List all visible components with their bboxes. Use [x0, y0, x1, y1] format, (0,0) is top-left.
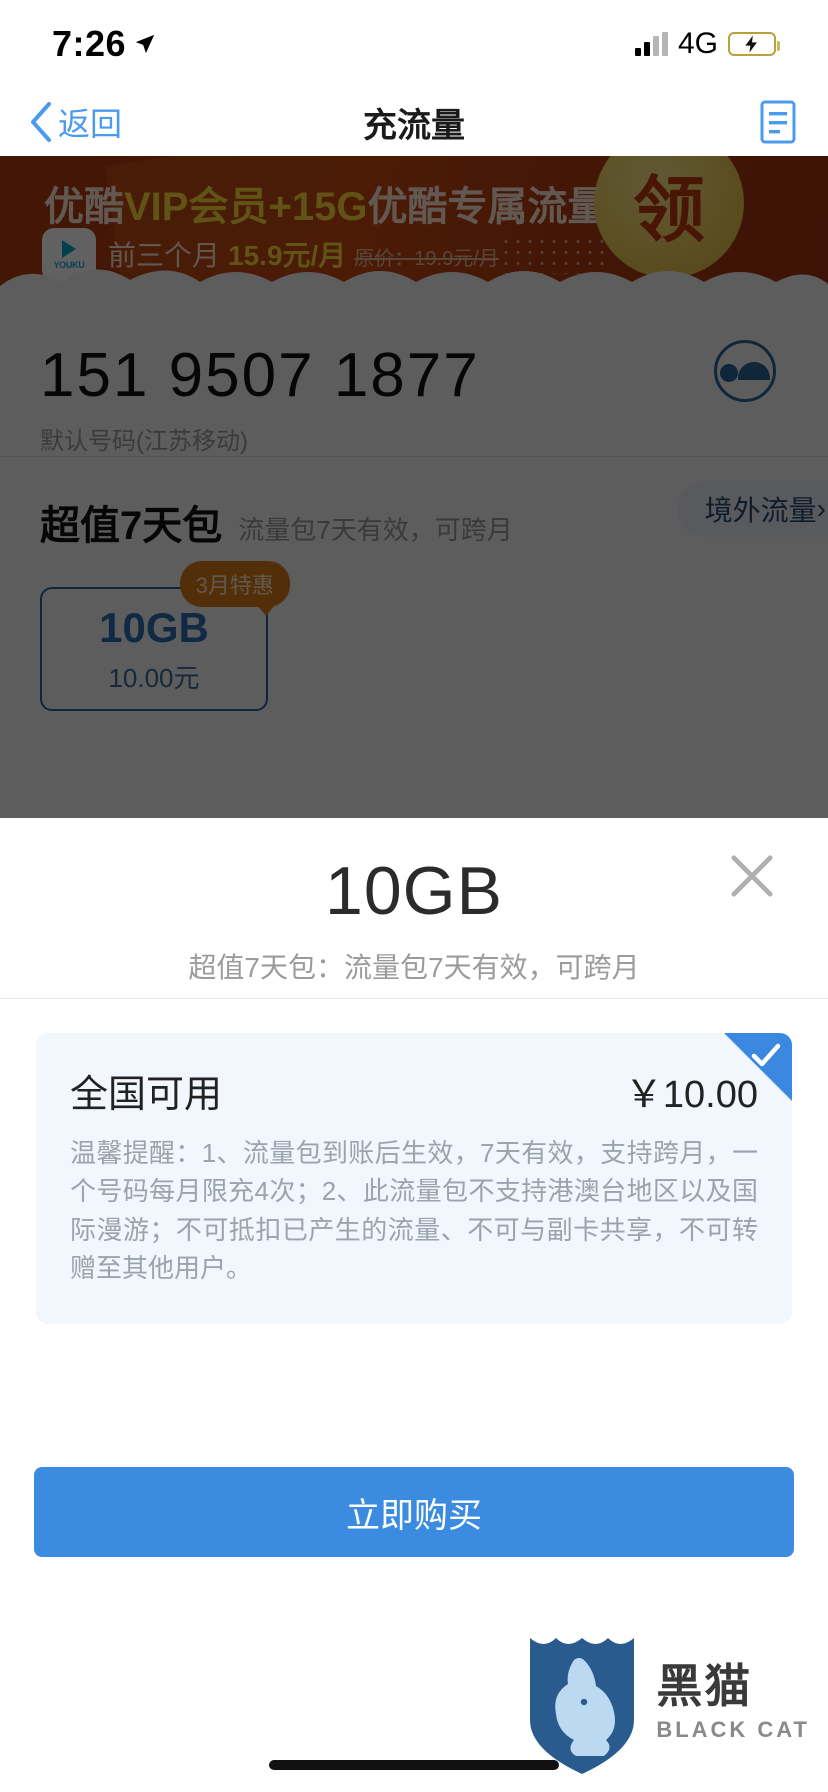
package-section: 超值7天包 流量包7天有效，可跨月 境外流量 › 3月特惠 10GB 10.00…	[0, 457, 828, 711]
close-x-icon[interactable]	[724, 848, 780, 904]
banner-title: 优酷VIP会员+15G优酷专属流量	[44, 174, 607, 232]
location-arrow-icon	[135, 34, 155, 54]
account-number-block[interactable]: 151 9507 1877 默认号码(江苏移动)	[0, 296, 828, 456]
phone-screen: 7:26 4G 返回 充流量 优酷VIP会员+15G优酷专属流量 YOUKU 前…	[0, 0, 828, 1792]
modal-header: 10GB 超值7天包：流量包7天有效，可跨月	[0, 818, 828, 998]
status-bar-right: 4G	[634, 27, 780, 61]
watermark-en: BLACK CAT	[656, 1717, 810, 1742]
page-content-behind-modal: 优酷VIP会员+15G优酷专属流量 YOUKU 前三个月 15.9元/月 原价：…	[0, 156, 828, 818]
offer-name: 全国可用	[70, 1074, 223, 1116]
banner-cloud-shape	[0, 269, 828, 296]
claim-coin-label: 领	[632, 170, 705, 251]
network-type-label: 4G	[677, 27, 718, 60]
promo-badge: 3月特惠	[179, 561, 290, 616]
check-mark-icon	[751, 1043, 781, 1067]
offer-card-row: 全国可用 ￥10.00	[70, 1063, 758, 1118]
offer-card[interactable]: 全国可用 ￥10.00 温馨提醒：1、流量包到账后生效，7天有效，支持跨月，一个…	[36, 1033, 792, 1324]
promo-banner[interactable]: 优酷VIP会员+15G优酷专属流量 YOUKU 前三个月 15.9元/月 原价：…	[0, 156, 828, 296]
banner-title-part2: VIP会员+15G	[124, 185, 368, 229]
package-card-list: 3月特惠 10GB 10.00元	[40, 561, 788, 711]
banner-title-part1: 优酷	[44, 185, 124, 229]
buy-now-button[interactable]: 立即购买	[34, 1467, 794, 1557]
overseas-data-label: 境外流量	[704, 495, 817, 526]
document-list-icon[interactable]	[760, 100, 796, 144]
status-time: 7:26	[52, 23, 127, 64]
status-bar-left: 7:26	[52, 23, 156, 65]
watermark-text: 黑猫 BLACK CAT	[656, 1663, 810, 1743]
back-button[interactable]: 返回	[28, 99, 122, 145]
package-card-size: 10GB	[99, 603, 209, 651]
package-section-subtitle: 流量包7天有效，可跨月	[238, 515, 513, 545]
person-avatar-icon[interactable]	[714, 340, 776, 402]
package-section-header: 超值7天包 流量包7天有效，可跨月 境外流量 ›	[40, 481, 828, 551]
battery-charging-icon	[728, 32, 780, 56]
banner-title-part3: 优酷专属流量	[367, 185, 608, 229]
package-card[interactable]: 3月特惠 10GB 10.00元	[40, 561, 290, 711]
status-bar: 7:26 4G	[0, 0, 828, 88]
avatar-body	[738, 362, 770, 380]
offer-selected-indicator	[724, 1033, 792, 1101]
watermark: 黑猫 BLACK CAT	[522, 1628, 810, 1778]
home-indicator[interactable]	[269, 1760, 559, 1770]
phone-number: 151 9507 1877	[40, 341, 480, 410]
offer-list: 全国可用 ￥10.00 温馨提醒：1、流量包到账后生效，7天有效，支持跨月，一个…	[0, 999, 828, 1324]
package-section-title: 超值7天包	[40, 504, 223, 548]
modal-title: 10GB	[325, 853, 503, 929]
avatar-head	[720, 363, 738, 382]
offer-description: 温馨提醒：1、流量包到账后生效，7天有效，支持跨月，一个号码每月限充4次；2、此…	[70, 1138, 758, 1284]
package-card-price: 10.00元	[108, 662, 200, 693]
back-button-label: 返回	[58, 106, 123, 142]
phone-number-subtitle: 默认号码(江苏移动)	[40, 428, 248, 455]
page-title: 充流量	[363, 106, 465, 145]
chevron-right-icon: ›	[816, 493, 826, 524]
overseas-data-button[interactable]: 境外流量 ›	[676, 481, 828, 537]
chevron-left-icon	[31, 102, 51, 142]
black-cat-shield-icon	[530, 1638, 635, 1774]
signal-bars-icon	[634, 32, 668, 56]
watermark-cn: 黑猫	[656, 1660, 753, 1712]
nav-bar: 返回 充流量	[0, 88, 828, 156]
modal-subtitle: 超值7天包：流量包7天有效，可跨月	[188, 952, 640, 983]
